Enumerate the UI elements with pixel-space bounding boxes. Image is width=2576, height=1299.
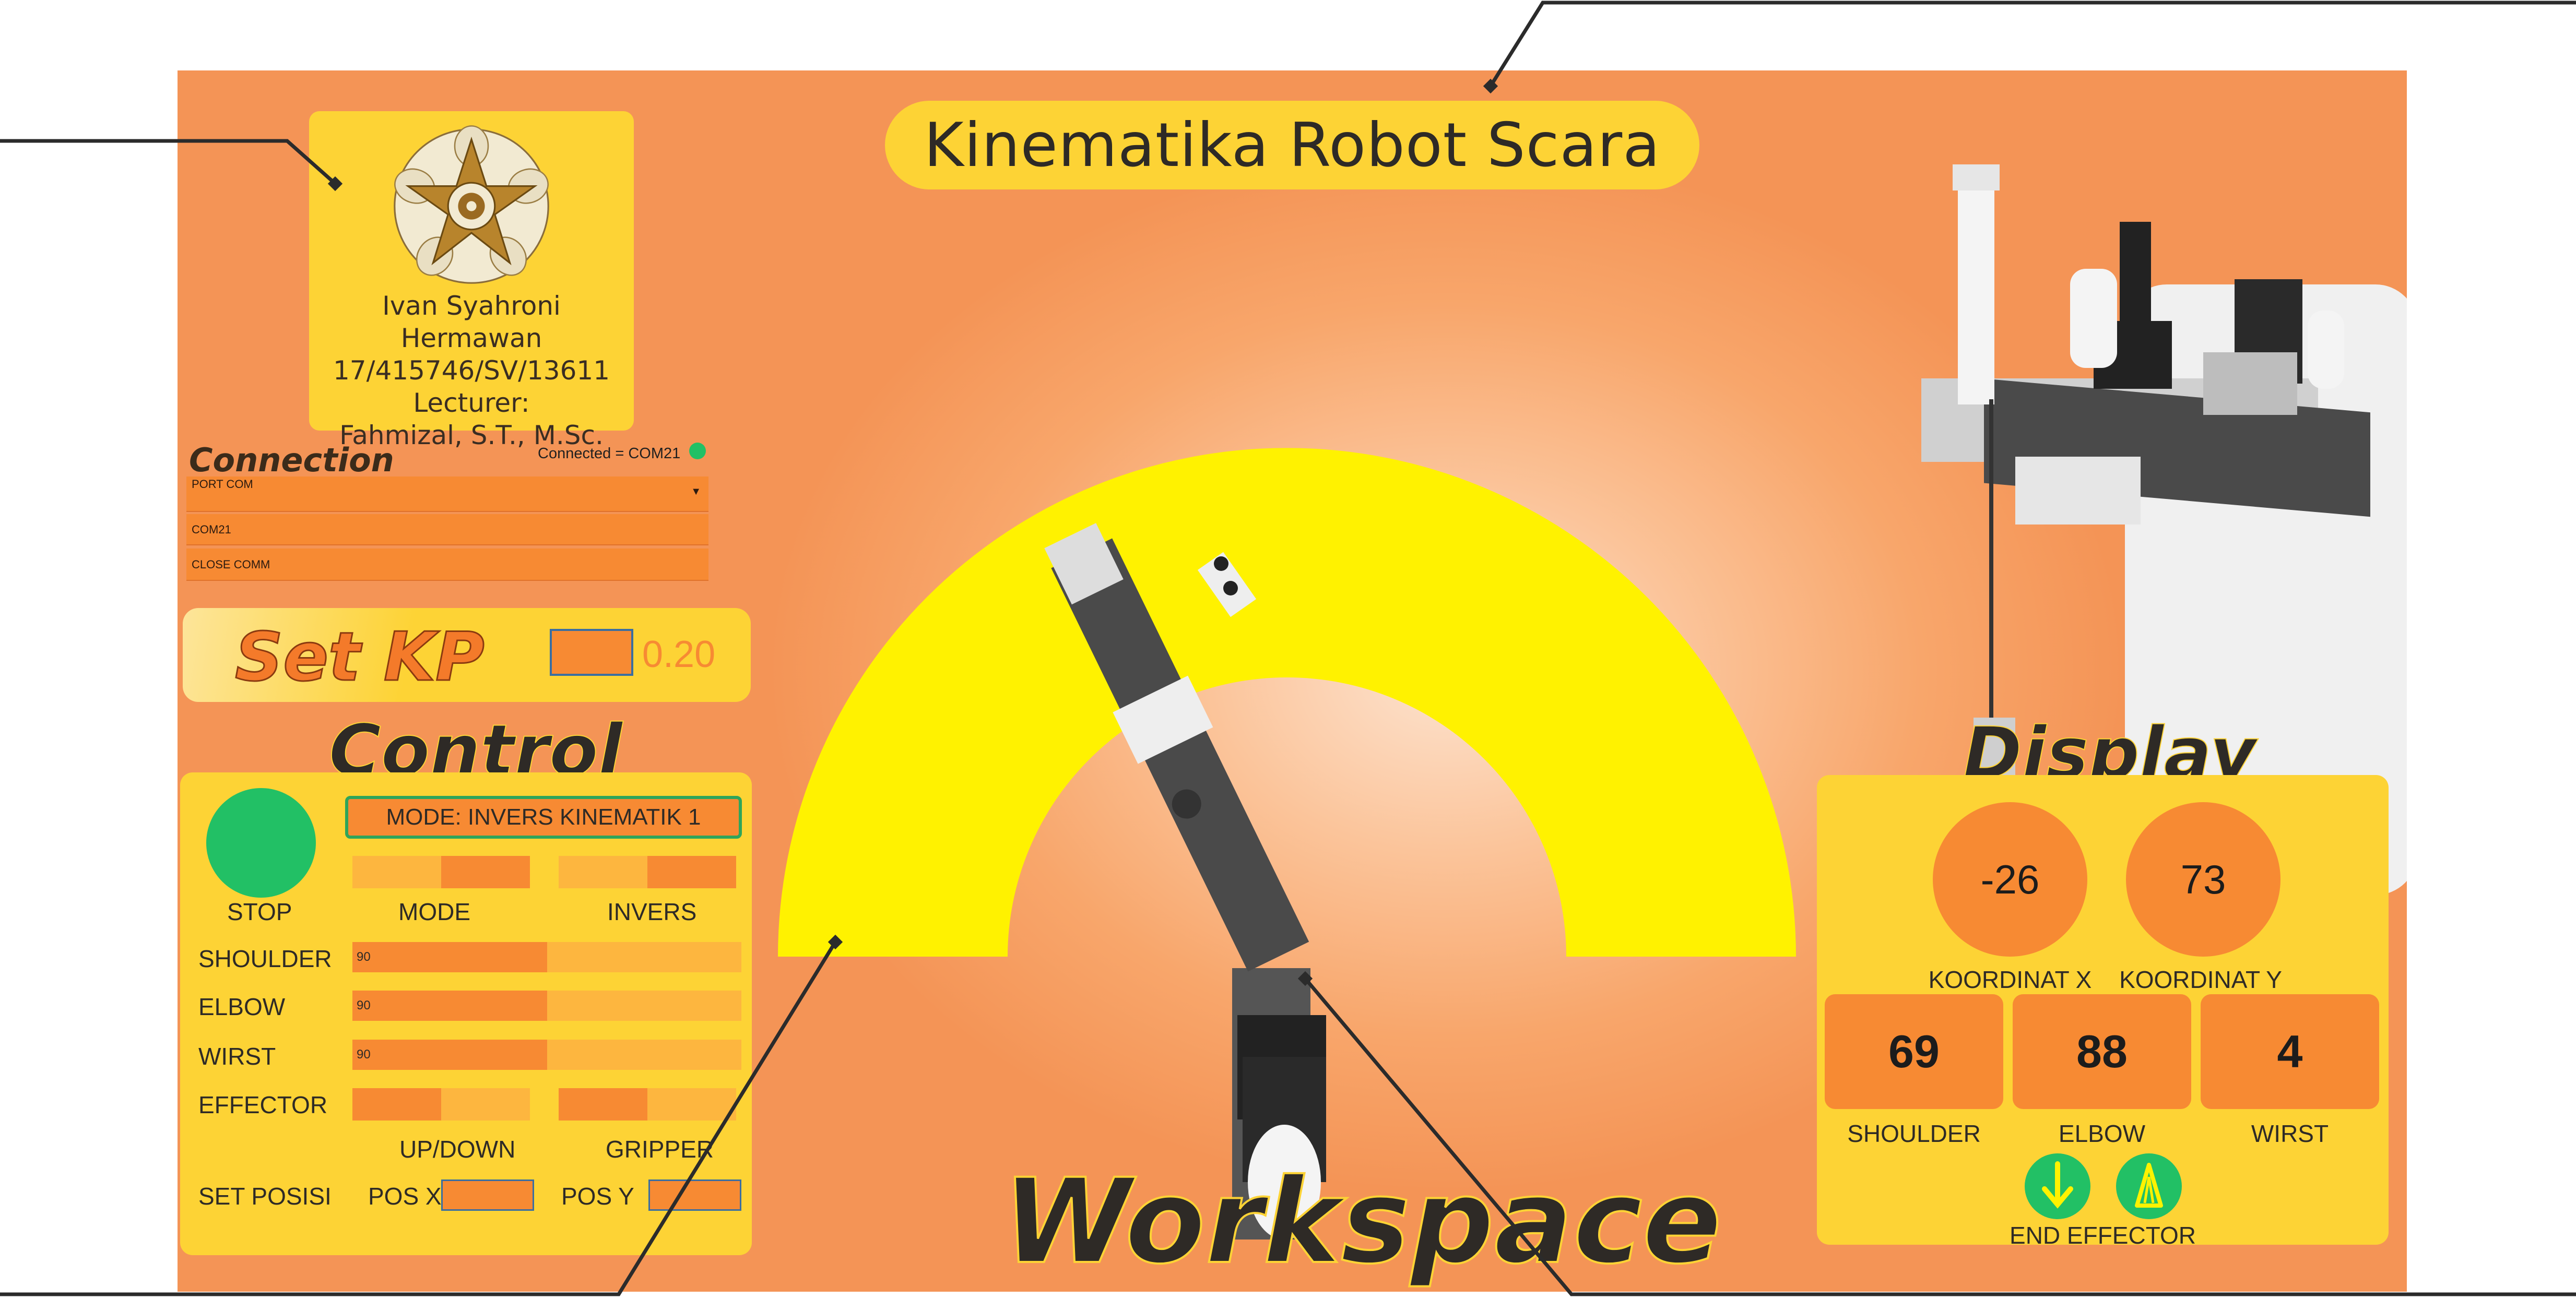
elbow-slider-value: 90 — [357, 998, 371, 1012]
arm-link — [1051, 538, 1309, 972]
port-com-select[interactable]: PORT COM ▼ — [186, 476, 708, 512]
mode-toggle-knob — [441, 856, 530, 888]
end-effector-label: END EFFECTOR — [2010, 1222, 2196, 1249]
connection-title: Connection — [189, 441, 394, 479]
connection-status: Connected = COM21 — [538, 445, 681, 462]
set-posisi-label: SET POSISI — [198, 1183, 332, 1210]
mode-label: MODE — [398, 898, 470, 925]
display-card: -26 73 KOORDINAT X KOORDINAT Y 69 88 4 S… — [1817, 775, 2389, 1249]
connection-indicator — [689, 443, 706, 459]
university-logo — [394, 125, 549, 284]
shoulder-display-label: SHOULDER — [1847, 1120, 1981, 1147]
app-canvas: Kinematika Robot Scara Ivan Syahroni Her… — [178, 70, 2407, 1292]
invers-label: INVERS — [607, 898, 697, 925]
shoulder-slider[interactable]: 90 — [352, 942, 741, 972]
page-title: Kinematika Robot Scara — [924, 110, 1661, 181]
gripper-icon — [2135, 1163, 2163, 1208]
robot-motor-1-shaft — [2120, 222, 2151, 321]
control-card: STOP MODE: INVERS KINEMATIK 1 MODE INVER… — [180, 772, 752, 1255]
shoulder-label: SHOULDER — [198, 945, 332, 972]
wirst-display: 4 — [2201, 994, 2379, 1109]
elbow-slider[interactable]: 90 — [352, 991, 741, 1021]
kp-input[interactable] — [550, 629, 633, 676]
shoulder-slider-fill — [352, 942, 547, 972]
mode-toggle[interactable] — [352, 856, 530, 888]
gripper-jaw-2 — [1223, 581, 1238, 595]
pos-x-input[interactable] — [441, 1179, 534, 1211]
koordinat-y-label: KOORDINAT Y — [2119, 966, 2282, 993]
gripper-indicator — [2116, 1153, 2182, 1219]
wirst-slider-fill — [352, 1040, 547, 1070]
kp-value: 0.20 — [642, 634, 716, 675]
invers-toggle-knob — [647, 856, 736, 888]
robot-shaft — [1958, 180, 1994, 404]
updown-label: UP/DOWN — [399, 1136, 516, 1163]
author-name: Ivan Syahroni Hermawan — [382, 291, 561, 353]
elbow-display: 88 — [2013, 994, 2191, 1109]
wirst-slider[interactable]: 90 — [352, 1040, 741, 1070]
updown-toggle[interactable] — [352, 1088, 530, 1121]
shoulder-display: 69 — [1825, 994, 2003, 1109]
pos-y-label: POS Y — [561, 1183, 634, 1210]
title-banner: Kinematika Robot Scara — [885, 101, 1699, 189]
robot-bracket-2 — [2203, 352, 2297, 415]
koordinat-x-value: -26 — [1933, 802, 2087, 957]
gripper-jaw-1 — [1214, 556, 1228, 571]
wirst-display-label: WIRST — [2251, 1120, 2329, 1147]
port-com-label: PORT COM — [192, 478, 253, 491]
chevron-down-icon[interactable]: ▼ — [691, 484, 701, 499]
gripper-toggle-knob — [559, 1088, 647, 1121]
robot-hub — [2015, 457, 2141, 525]
mode-display: MODE: INVERS KINEMATIK 1 — [345, 796, 742, 839]
shoulder-slider-value: 90 — [357, 950, 371, 964]
updown-toggle-knob — [352, 1088, 441, 1121]
set-kp-card: Set KP 0.20 — [183, 608, 751, 702]
set-kp-label: Set KP — [234, 618, 486, 697]
gripper-label: GRIPPER — [606, 1136, 714, 1163]
elbow-label: ELBOW — [198, 993, 286, 1020]
com-field[interactable]: COM21 — [186, 514, 708, 545]
pos-y-input[interactable] — [648, 1179, 741, 1211]
pos-x-label: POS X — [368, 1183, 442, 1210]
student-id: 17/415746/SV/13611 — [333, 355, 610, 386]
koordinat-x-label: KOORDINAT X — [1928, 966, 2092, 993]
koordinat-y-value: 73 — [2126, 802, 2280, 957]
stop-button[interactable] — [206, 788, 316, 898]
wirst-label: WIRST — [198, 1043, 276, 1070]
stop-label: STOP — [227, 898, 292, 925]
elbow-slider-fill — [352, 991, 547, 1021]
arrow-down-icon — [2042, 1161, 2073, 1209]
close-comm-button[interactable]: CLOSE COMM — [186, 549, 708, 581]
workspace-label: Workspace — [1001, 1152, 1723, 1291]
robot-shaft-top — [1953, 164, 2000, 190]
robot-cap-1 — [2070, 269, 2117, 368]
effector-label: EFFECTOR — [198, 1091, 328, 1118]
robot-arm-links — [1044, 523, 1326, 1240]
info-card: Ivan Syahroni Hermawan 17/415746/SV/1361… — [309, 111, 634, 450]
robot-cap-2 — [2308, 311, 2344, 389]
updown-indicator — [2025, 1153, 2090, 1219]
invers-toggle[interactable] — [559, 856, 736, 888]
wirst-slider-value: 90 — [357, 1047, 371, 1062]
gripper-toggle[interactable] — [559, 1088, 736, 1121]
lecturer-label: Lecturer: — [413, 388, 530, 418]
elbow-display-label: ELBOW — [2058, 1120, 2146, 1147]
